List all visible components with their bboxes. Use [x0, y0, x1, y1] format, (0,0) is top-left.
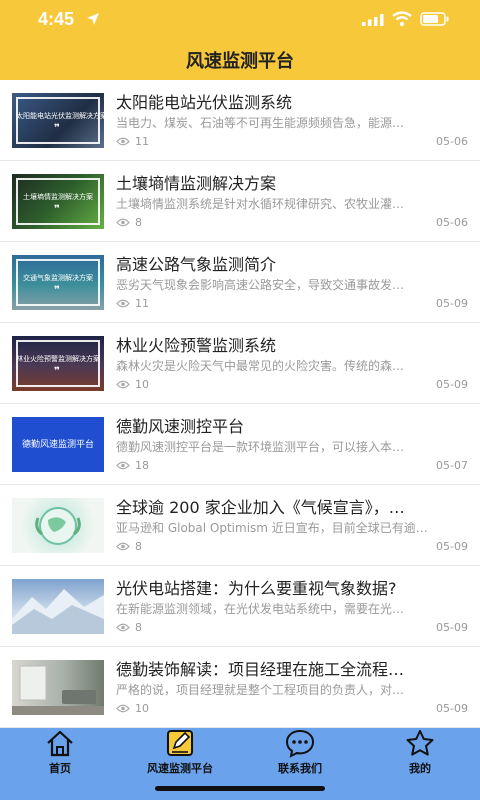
status-bar: 4:45: [0, 0, 480, 38]
earth-leaf-illustration: [35, 507, 81, 545]
thumbnail-caption: 林业火险预警监测解决方案: [16, 355, 100, 363]
article-thumbnail: [12, 498, 104, 553]
quote-mark-icon: ❞: [54, 123, 60, 134]
article-thumbnail: 土壤墒情监测解决方案 ❞: [12, 174, 104, 229]
tab-profile[interactable]: 我的: [360, 728, 480, 800]
tab-wind-platform-label: 风速监测平台: [147, 762, 213, 775]
article-summary: 恶劣天气现象会影响高速公路安全，导致交通事故发…: [116, 278, 405, 292]
home-icon: [47, 730, 73, 757]
article-thumbnail: 德勤风速监测平台: [12, 417, 104, 472]
thumbnail-caption: 德勤风速监测平台: [21, 440, 94, 450]
article-summary: 在新能源监测领域，在光伏发电站系统中，需要在光…: [116, 602, 405, 616]
eye-icon: [116, 380, 130, 389]
view-count: 11: [116, 297, 149, 310]
page-title: 风速监测平台: [186, 51, 294, 72]
edit-icon: [167, 730, 193, 756]
snowy-mountain-illustration: [12, 589, 104, 634]
thumbnail-caption: 太阳能电站光伏监测解决方案: [16, 112, 104, 120]
thumbnail-caption: 交通气象监测解决方案: [23, 274, 93, 282]
eye-icon: [116, 218, 130, 227]
eye-icon: [116, 704, 130, 713]
article-thumbnail: 太阳能电站光伏监测解决方案 ❞: [12, 93, 104, 148]
view-count-value: 11: [135, 297, 149, 310]
view-count: 10: [116, 378, 149, 391]
article-thumbnail: 林业火险预警监测解决方案 ❞: [12, 336, 104, 391]
article-summary: 土壤墒情监测系统是针对水循环规律研究、农牧业灌…: [116, 197, 405, 211]
article-item[interactable]: 德勤装饰解读：项目经理在施工全流程… 严格的说，项目经理就是整个工程项目的负责人…: [0, 647, 480, 728]
view-count-value: 10: [135, 702, 149, 715]
article-summary: 森林火灾是火险天气中最常见的火险灾害。传统的森…: [116, 359, 405, 373]
article-thumbnail: [12, 579, 104, 634]
wifi-icon: [392, 11, 412, 27]
tab-home-label: 首页: [49, 762, 71, 775]
tab-profile-label: 我的: [409, 762, 431, 775]
eye-icon: [116, 623, 130, 632]
article-item[interactable]: 交通气象监测解决方案 ❞ 高速公路气象监测简介 恶劣天气现象会影响高速公路安全，…: [0, 242, 480, 323]
view-count: 11: [116, 135, 149, 148]
quote-mark-icon: ❞: [54, 285, 60, 296]
article-item[interactable]: 德勤风速监测平台 德勤风速测控平台 德勤风速测控平台是一款环境监测平台，可以接入…: [0, 404, 480, 485]
eye-icon: [116, 461, 130, 470]
article-summary: 当电力、煤炭、石油等不可再生能源频频告急，能源…: [116, 116, 405, 130]
view-count: 8: [116, 540, 142, 553]
article-title: 光伏电站搭建：为什么要重视气象数据?: [116, 579, 397, 598]
view-count-value: 8: [135, 540, 142, 553]
article-title: 全球逾 200 家企业加入《气候宣言》，…: [116, 498, 405, 517]
interior-room-illustration: [12, 665, 104, 715]
article-summary: 德勤风速测控平台是一款环境监测平台，可以接入本…: [116, 440, 405, 454]
article-title: 林业火险预警监测系统: [116, 336, 277, 355]
app-header: 4:45 风速监测平台: [0, 0, 480, 80]
article-title: 太阳能电站光伏监测系统: [116, 93, 293, 112]
eye-icon: [116, 299, 130, 308]
article-item[interactable]: 土壤墒情监测解决方案 ❞ 土壤墒情监测解决方案 土壤墒情监测系统是针对水循环规律…: [0, 161, 480, 242]
home-indicator: [155, 786, 325, 791]
view-count-value: 18: [135, 459, 149, 472]
view-count-value: 11: [135, 135, 149, 148]
thumbnail-caption: 土壤墒情监测解决方案: [23, 193, 93, 201]
eye-icon: [116, 137, 130, 146]
quote-mark-icon: ❞: [54, 366, 60, 377]
quote-mark-icon: ❞: [54, 204, 60, 215]
article-thumbnail: 交通气象监测解决方案 ❞: [12, 255, 104, 310]
location-arrow-icon: [87, 13, 99, 25]
status-time: 4:45: [38, 9, 75, 29]
article-list[interactable]: 太阳能电站光伏监测解决方案 ❞ 太阳能电站光伏监测系统 当电力、煤炭、石油等不可…: [0, 80, 480, 728]
article-item[interactable]: 全球逾 200 家企业加入《气候宣言》，… 亚马逊和 Global Optimi…: [0, 485, 480, 566]
article-date: 05-09: [436, 378, 468, 391]
article-thumbnail: [12, 660, 104, 715]
article-date: 05-07: [436, 459, 468, 472]
article-date: 05-09: [436, 297, 468, 310]
article-title: 土壤墒情监测解决方案: [116, 174, 277, 193]
article-title: 德勤风速测控平台: [116, 417, 245, 436]
tab-contact-label: 联系我们: [278, 762, 322, 775]
cellular-signal-icon: [362, 14, 384, 26]
view-count: 18: [116, 459, 149, 472]
view-count-value: 8: [135, 216, 142, 229]
eye-icon: [116, 542, 130, 551]
article-date: 05-06: [436, 216, 468, 229]
star-icon: [406, 730, 434, 756]
tab-home[interactable]: 首页: [0, 728, 120, 800]
battery-icon: [420, 12, 449, 26]
article-title: 高速公路气象监测简介: [116, 255, 277, 274]
view-count: 10: [116, 702, 149, 715]
article-summary: 亚马逊和 Global Optimism 近日宣布，目前全球已有逾…: [116, 521, 428, 535]
article-item[interactable]: 太阳能电站光伏监测解决方案 ❞ 太阳能电站光伏监测系统 当电力、煤炭、石油等不可…: [0, 80, 480, 161]
article-date: 05-06: [436, 135, 468, 148]
chat-icon: [285, 729, 315, 758]
article-date: 05-09: [436, 621, 468, 634]
article-item[interactable]: 光伏电站搭建：为什么要重视气象数据? 在新能源监测领域，在光伏发电站系统中，需要…: [0, 566, 480, 647]
article-title: 德勤装饰解读：项目经理在施工全流程…: [116, 660, 405, 679]
article-date: 05-09: [436, 702, 468, 715]
view-count-value: 10: [135, 378, 149, 391]
article-item[interactable]: 林业火险预警监测解决方案 ❞ 林业火险预警监测系统 森林火灾是火险天气中最常见的…: [0, 323, 480, 404]
article-date: 05-09: [436, 540, 468, 553]
view-count-value: 8: [135, 621, 142, 634]
view-count: 8: [116, 621, 142, 634]
view-count: 8: [116, 216, 142, 229]
article-summary: 严格的说，项目经理就是整个工程项目的负责人，对…: [116, 683, 405, 697]
